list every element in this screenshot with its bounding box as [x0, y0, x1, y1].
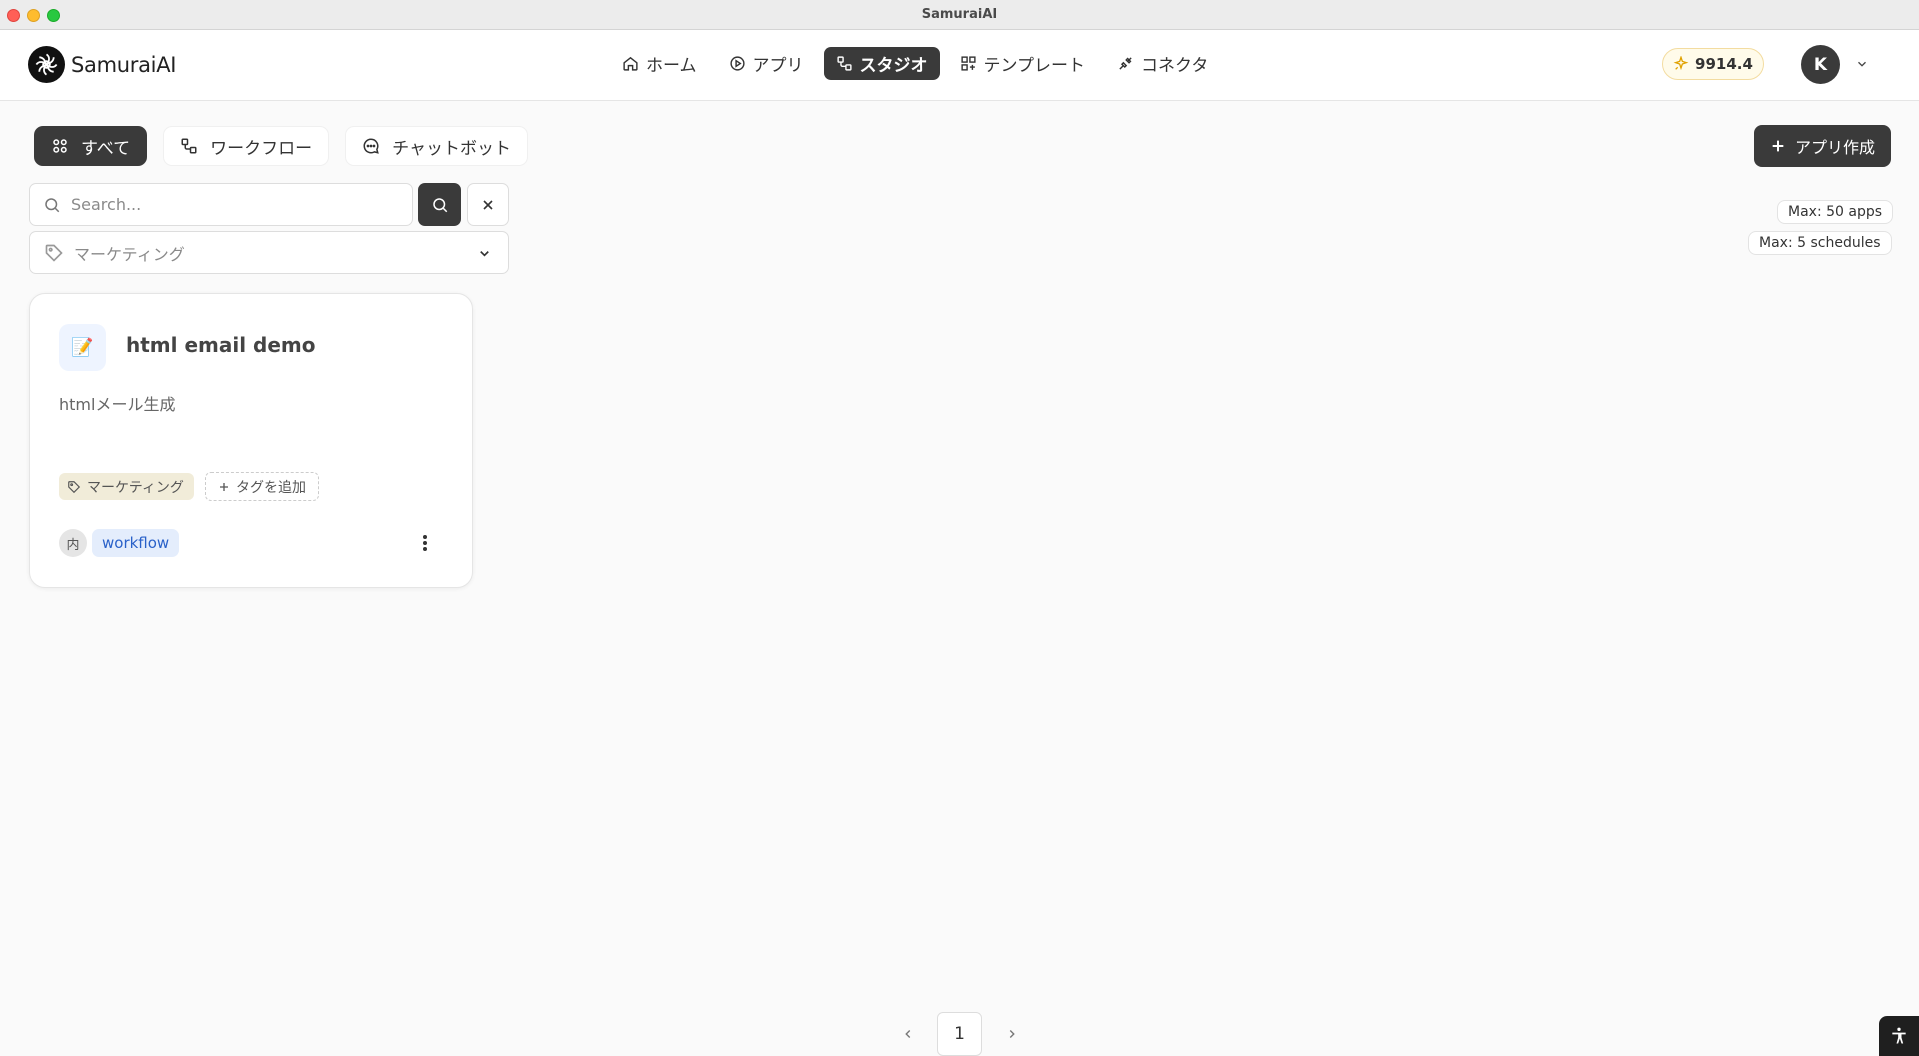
accessibility-button[interactable]: [1879, 1016, 1919, 1056]
top-navbar: SamuraiAI ホーム アプリ スタジオ テンプレート コネクタ 9914.…: [0, 30, 1919, 101]
app-type-badge: workflow: [92, 529, 180, 557]
grid-icon: [53, 139, 67, 153]
brand-name: SamuraiAI: [71, 52, 177, 77]
credits-badge[interactable]: 9914.4: [1662, 48, 1764, 80]
prev-page-button[interactable]: [898, 1024, 918, 1044]
app-tag-label: マーケティング: [87, 479, 184, 496]
nav-item-templates[interactable]: テンプレート: [948, 47, 1098, 80]
nav-item-label: ホーム: [646, 56, 697, 76]
app-description: htmlメール生成: [59, 395, 176, 414]
search-button[interactable]: [418, 183, 461, 226]
credits-value: 9914.4: [1695, 55, 1753, 73]
next-page-button[interactable]: [1002, 1024, 1022, 1044]
tag-filter-value: マーケティング: [74, 244, 185, 264]
nav-item-connectors[interactable]: コネクタ: [1105, 47, 1220, 80]
tab-label: ワークフロー: [210, 138, 313, 159]
nav-item-label: テンプレート: [983, 56, 1086, 76]
brand-logo-link[interactable]: SamuraiAI: [28, 46, 176, 83]
window-titlebar: SamuraiAI: [0, 0, 1919, 30]
workflow-icon: [181, 138, 197, 154]
nav-item-apps[interactable]: アプリ: [717, 47, 816, 80]
plug-icon: [1119, 57, 1132, 70]
app-type-filter-tabs: すべて ワークフロー チャットボット: [34, 126, 528, 166]
chat-icon: [363, 138, 379, 154]
workflow-icon: [836, 56, 852, 71]
plus-icon: [220, 482, 228, 491]
pagination: 1: [0, 1012, 1919, 1056]
samurai-logo-icon: [28, 46, 65, 83]
tab-label: チャットボット: [392, 138, 511, 159]
tab-label: すべて: [81, 138, 131, 159]
add-tag-button[interactable]: タグを追加: [205, 472, 319, 501]
more-options-button[interactable]: [413, 529, 437, 557]
chevron-down-icon: [480, 251, 489, 257]
plus-icon: [1772, 140, 1784, 152]
chevron-right-icon: [1009, 1030, 1015, 1038]
sparkle-icon: [1673, 56, 1689, 71]
search-input[interactable]: [71, 195, 371, 214]
accessibility-icon: [1892, 1027, 1906, 1044]
tag-filter-select[interactable]: マーケティング: [29, 231, 509, 274]
owner-badge: 内: [59, 529, 87, 557]
main-nav: ホーム アプリ スタジオ テンプレート コネクタ: [610, 47, 1220, 80]
close-icon: [483, 199, 493, 210]
chevron-down-icon[interactable]: [1855, 57, 1869, 71]
max-apps-badge: Max: 50 apps: [1777, 200, 1894, 224]
nav-item-label: スタジオ: [859, 56, 928, 76]
user-avatar[interactable]: K: [1801, 45, 1840, 84]
search-icon: [45, 197, 60, 212]
clear-search-button[interactable]: [467, 183, 509, 226]
chevron-left-icon: [905, 1030, 911, 1038]
search-icon: [432, 197, 447, 212]
template-icon: [960, 56, 976, 71]
create-app-button[interactable]: アプリ作成: [1754, 125, 1891, 167]
window-title: SamuraiAI: [921, 7, 998, 22]
page-number-button[interactable]: 1: [937, 1012, 982, 1056]
app-title: html email demo: [126, 333, 316, 357]
tab-all[interactable]: すべて: [34, 126, 148, 166]
play-circle-icon: [729, 56, 745, 71]
max-schedules-badge: Max: 5 schedules: [1748, 231, 1892, 255]
tag-icon: [68, 480, 81, 493]
app-card[interactable]: 📝 html email demo htmlメール生成 マーケティング タグを追…: [29, 293, 473, 588]
tab-chatbot[interactable]: チャットボット: [345, 126, 528, 166]
tag-icon: [45, 244, 63, 262]
nav-item-label: コネクタ: [1141, 56, 1209, 76]
nav-item-studio[interactable]: スタジオ: [823, 47, 940, 80]
memo-icon: 📝: [59, 324, 106, 371]
tab-workflow[interactable]: ワークフロー: [163, 126, 330, 166]
more-vertical-icon: [423, 535, 427, 551]
nav-item-home[interactable]: ホーム: [610, 47, 709, 80]
search-field[interactable]: [29, 183, 413, 226]
add-tag-label: タグを追加: [236, 479, 306, 496]
nav-item-label: アプリ: [752, 56, 804, 76]
app-tag[interactable]: マーケティング: [59, 473, 194, 500]
create-app-label: アプリ作成: [1794, 138, 1875, 157]
home-icon: [623, 56, 638, 71]
